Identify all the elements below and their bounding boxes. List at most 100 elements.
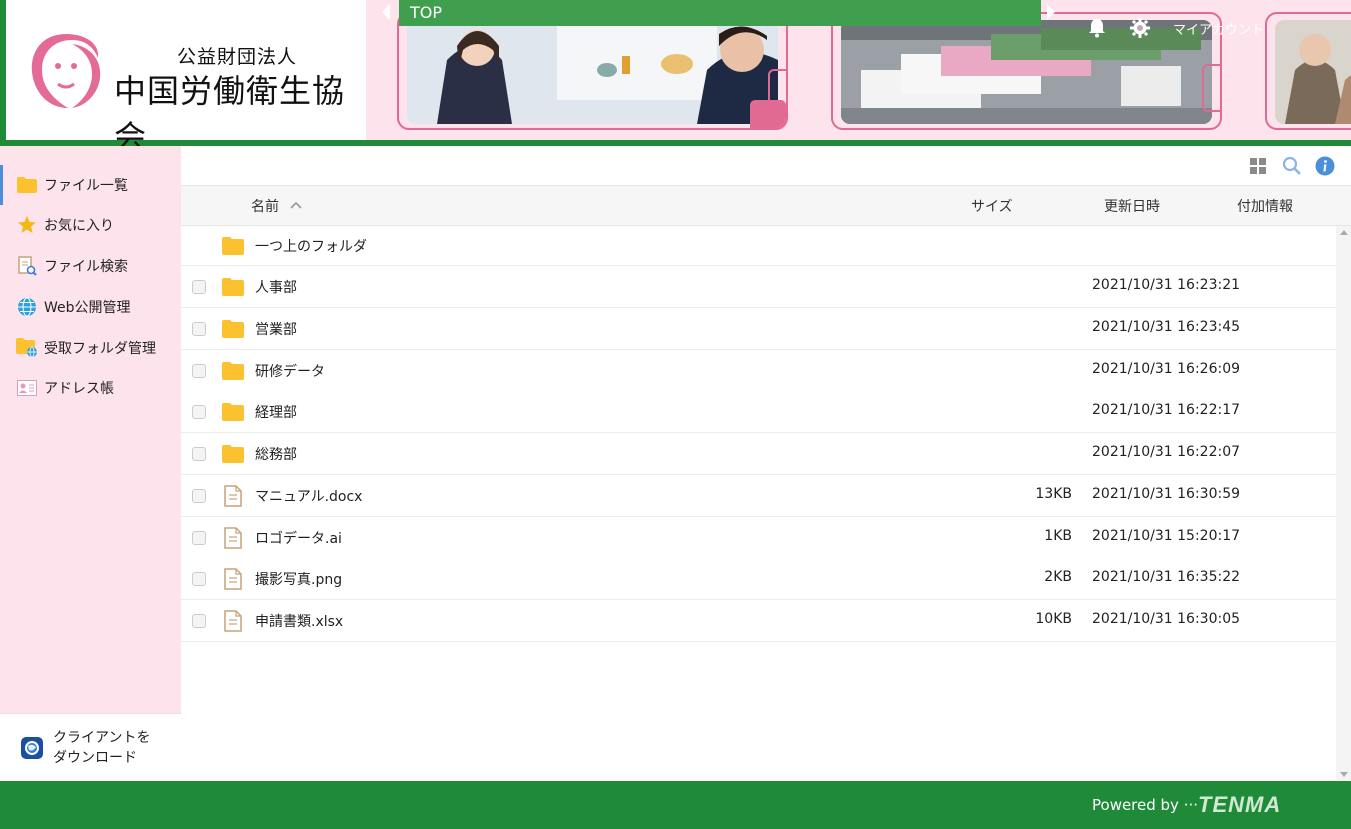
file-name[interactable]: 人事部 xyxy=(255,277,297,297)
file-updated-date: 2021/10/31 16:22:17 xyxy=(1092,402,1241,419)
sidebar-item-label: お気に入り xyxy=(44,218,114,234)
row-checkbox[interactable] xyxy=(192,363,206,378)
document-icon xyxy=(224,610,242,632)
file-name[interactable]: ロゴデータ.ai xyxy=(255,528,342,548)
folder-icon xyxy=(222,237,244,255)
logo[interactable]: 公益財団法人 中国労働衛生協会 xyxy=(0,0,366,156)
logo-subtitle: 公益財団法人 xyxy=(177,46,298,68)
table-row[interactable]: マニュアル.docx 13KB 2021/10/31 16:30:59 xyxy=(181,474,1336,517)
row-checkbox[interactable] xyxy=(192,405,206,420)
sidebar-item-receive-folder[interactable]: 受取フォルダ管理 xyxy=(0,328,181,368)
file-size: 13KB xyxy=(1035,485,1072,502)
globe-icon xyxy=(16,297,38,317)
sidebar-item-label: 受取フォルダ管理 xyxy=(44,341,156,357)
scrollbar[interactable] xyxy=(1336,226,1351,781)
header-banner: 公益財団法人 中国労働衛生協会 TOP マイアカウント xyxy=(0,0,1351,156)
column-size-header[interactable]: サイズ xyxy=(971,196,1013,216)
sidebar-item-file-list[interactable]: ファイル一覧 xyxy=(0,165,181,205)
client-download-line1: クライアントを xyxy=(53,729,151,746)
banner-photo-patients xyxy=(1275,20,1351,124)
sidebar-item-file-search[interactable]: ファイル検索 xyxy=(0,246,181,286)
sidebar-item-label: アドレス帳 xyxy=(44,381,114,397)
folder-icon xyxy=(16,175,38,195)
sidebar: ファイル一覧 お気に入り ファイル検索 Web公開管理 受取フォルダ管理 アドレ… xyxy=(0,146,181,781)
carousel-next-icon[interactable] xyxy=(1047,4,1055,20)
column-updated-header[interactable]: 更新日時 xyxy=(1104,196,1160,216)
document-icon xyxy=(224,568,242,590)
table-row[interactable]: 営業部 2021/10/31 16:23:45 xyxy=(181,307,1336,350)
banner-decoration xyxy=(750,100,786,128)
row-checkbox[interactable] xyxy=(192,614,206,628)
info-icon[interactable] xyxy=(1315,156,1335,176)
file-name[interactable]: 撮影写真.png xyxy=(255,569,342,589)
star-icon xyxy=(16,215,38,235)
scroll-up-icon[interactable] xyxy=(1340,230,1348,235)
file-updated-date: 2021/10/31 16:26:09 xyxy=(1092,360,1241,377)
toolbar xyxy=(181,146,1351,186)
sidebar-item-address-book[interactable]: アドレス帳 xyxy=(0,368,181,408)
table-row[interactable]: 撮影写真.png 2KB 2021/10/31 16:35:22 xyxy=(181,558,1336,601)
folder-icon xyxy=(222,319,244,338)
document-icon xyxy=(224,485,242,507)
file-updated-date: 2021/10/31 16:30:05 xyxy=(1092,611,1241,627)
banner-slide-3[interactable] xyxy=(1265,12,1351,130)
folder-icon xyxy=(222,445,244,463)
row-checkbox[interactable] xyxy=(192,321,206,336)
file-name[interactable]: 営業部 xyxy=(255,319,297,339)
folder-icon xyxy=(222,403,244,422)
client-download-button[interactable]: クライアントを ダウンロード xyxy=(0,713,181,781)
file-updated-date: 2021/10/31 16:35:22 xyxy=(1092,569,1241,586)
my-account-link[interactable]: マイアカウント xyxy=(1173,19,1264,38)
gear-icon[interactable] xyxy=(1130,18,1150,38)
carousel-prev-icon[interactable] xyxy=(382,4,390,20)
row-checkbox[interactable] xyxy=(192,447,206,461)
sidebar-item-label: ファイル検索 xyxy=(44,259,128,275)
row-checkbox[interactable] xyxy=(192,530,206,545)
column-name-header[interactable]: 名前 xyxy=(251,196,279,216)
sort-ascending-icon[interactable] xyxy=(289,200,303,210)
parent-folder-row[interactable]: 一つ上のフォルダ xyxy=(181,226,1336,266)
table-row[interactable]: 人事部 2021/10/31 16:23:21 xyxy=(181,266,1336,308)
banner-decoration xyxy=(1202,64,1220,112)
banner-photo-checkup-buses xyxy=(841,20,1212,124)
file-name[interactable]: マニュアル.docx xyxy=(255,486,362,506)
tab-top[interactable]: TOP xyxy=(399,0,1041,26)
search-icon[interactable] xyxy=(1282,156,1302,176)
file-size: 10KB xyxy=(1035,611,1072,627)
file-updated-date: 2021/10/31 16:23:45 xyxy=(1092,318,1241,335)
logo-title: 中国労働衛生協会 xyxy=(114,72,346,156)
scroll-down-icon[interactable] xyxy=(1340,772,1348,777)
logo-face-icon xyxy=(31,34,101,108)
grid-view-icon[interactable] xyxy=(1248,156,1268,176)
table-row[interactable]: 申請書類.xlsx 10KB 2021/10/31 16:30:05 xyxy=(181,600,1336,642)
folder-globe-icon xyxy=(16,338,38,358)
sidebar-item-favorites[interactable]: お気に入り xyxy=(0,205,181,245)
file-name[interactable]: 研修データ xyxy=(255,361,325,381)
row-checkbox[interactable] xyxy=(192,280,206,294)
row-checkbox[interactable] xyxy=(192,488,206,503)
banner-slide-2[interactable] xyxy=(831,12,1222,130)
client-app-icon xyxy=(21,736,43,759)
table-row[interactable]: 経理部 2021/10/31 16:22:17 xyxy=(181,391,1336,434)
column-extra-header[interactable]: 付加情報 xyxy=(1237,196,1293,216)
table-row[interactable]: 研修データ 2021/10/31 16:26:09 xyxy=(181,349,1336,392)
document-icon xyxy=(224,526,242,549)
tenma-logo: TENMA xyxy=(1198,792,1282,817)
banner-slide-1[interactable] xyxy=(397,12,788,130)
table-row[interactable]: 総務部 2021/10/31 16:22:07 xyxy=(181,433,1336,475)
footer: Powered by ··· TENMA xyxy=(0,781,1351,829)
file-search-icon xyxy=(16,256,38,276)
folder-icon xyxy=(222,361,244,380)
file-name[interactable]: 経理部 xyxy=(255,402,297,422)
row-checkbox[interactable] xyxy=(192,572,206,587)
bell-icon[interactable] xyxy=(1088,18,1106,38)
file-updated-date: 2021/10/31 16:22:07 xyxy=(1092,444,1241,460)
sidebar-item-label: ファイル一覧 xyxy=(44,178,128,194)
file-name[interactable]: 総務部 xyxy=(255,444,297,464)
address-card-icon xyxy=(16,378,38,398)
sidebar-item-web-publish[interactable]: Web公開管理 xyxy=(0,287,181,327)
parent-folder-label: 一つ上のフォルダ xyxy=(255,239,367,255)
file-size: 2KB xyxy=(1044,569,1072,586)
file-name[interactable]: 申請書類.xlsx xyxy=(255,611,343,631)
table-row[interactable]: ロゴデータ.ai 1KB 2021/10/31 15:20:17 xyxy=(181,516,1336,559)
